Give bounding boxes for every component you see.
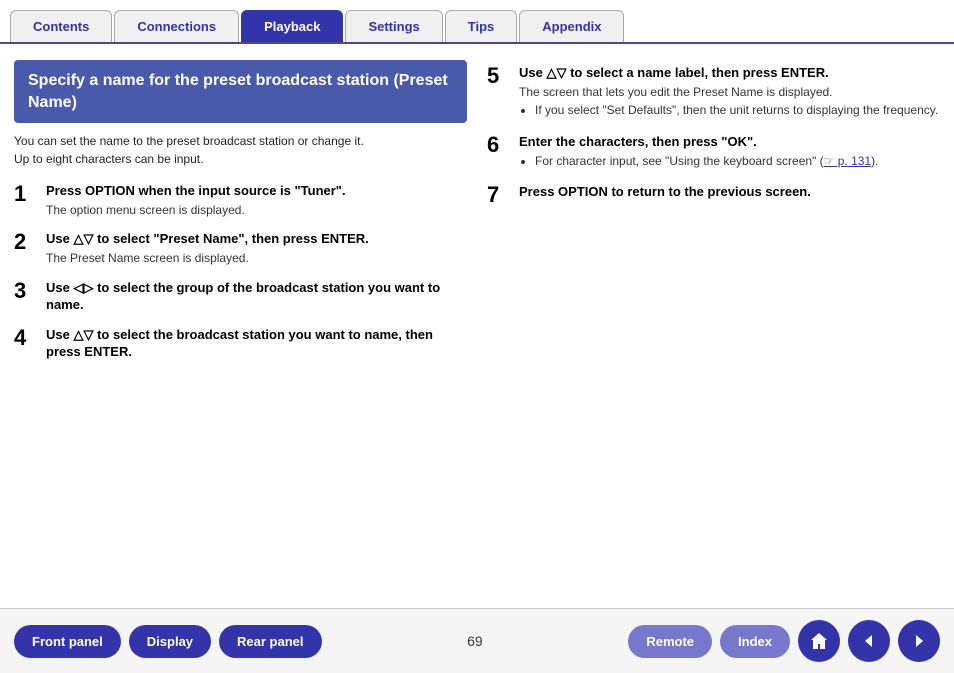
step-5-desc: The screen that lets you edit the Preset… [519, 84, 940, 120]
step-3: 3 Use ◁▷ to select the group of the broa… [14, 279, 467, 314]
step-5: 5 Use △▽ to select a name label, then pr… [487, 64, 940, 121]
step-2-number: 2 [14, 230, 36, 253]
step-1-desc: The option menu screen is displayed. [46, 202, 467, 219]
step-4: 4 Use △▽ to select the broadcast station… [14, 326, 467, 361]
step-5-bullet-1: If you select "Set Defaults", then the u… [535, 102, 940, 119]
main-content: Specify a name for the preset broadcast … [0, 44, 954, 592]
step-6-link[interactable]: ☞ p. 131 [824, 154, 871, 168]
bottom-nav: Front panel Display Rear panel 69 Remote… [0, 608, 954, 673]
step-2-title: Use △▽ to select "Preset Name", then pre… [46, 230, 467, 248]
home-button[interactable] [798, 620, 840, 662]
step-4-content: Use △▽ to select the broadcast station y… [46, 326, 467, 361]
home-icon [809, 631, 829, 651]
page-number: 69 [330, 633, 621, 649]
tab-contents[interactable]: Contents [10, 10, 112, 42]
step-2-desc: The Preset Name screen is displayed. [46, 250, 467, 267]
tab-connections[interactable]: Connections [114, 10, 239, 42]
step-1-title: Press OPTION when the input source is "T… [46, 182, 467, 200]
step-5-title: Use △▽ to select a name label, then pres… [519, 64, 940, 82]
step-6-title: Enter the characters, then press "OK". [519, 133, 940, 151]
step-1: 1 Press OPTION when the input source is … [14, 182, 467, 218]
tab-tips[interactable]: Tips [445, 10, 518, 42]
intro-text: You can set the name to the preset broad… [14, 133, 467, 168]
step-7-number: 7 [487, 183, 509, 206]
tab-playback[interactable]: Playback [241, 10, 343, 42]
step-5-content: Use △▽ to select a name label, then pres… [519, 64, 940, 121]
display-button[interactable]: Display [129, 625, 211, 658]
tab-settings[interactable]: Settings [345, 10, 442, 42]
forward-icon [909, 631, 929, 651]
right-column: 5 Use △▽ to select a name label, then pr… [487, 60, 940, 582]
back-icon [859, 631, 879, 651]
step-4-number: 4 [14, 326, 36, 349]
section-title: Specify a name for the preset broadcast … [14, 60, 467, 123]
step-2-content: Use △▽ to select "Preset Name", then pre… [46, 230, 467, 266]
forward-button[interactable] [898, 620, 940, 662]
rear-panel-button[interactable]: Rear panel [219, 625, 321, 658]
step-6-number: 6 [487, 133, 509, 156]
front-panel-button[interactable]: Front panel [14, 625, 121, 658]
step-6-content: Enter the characters, then press "OK". F… [519, 133, 940, 171]
step-3-number: 3 [14, 279, 36, 302]
step-5-number: 5 [487, 64, 509, 87]
step-7: 7 Press OPTION to return to the previous… [487, 183, 940, 206]
step-2: 2 Use △▽ to select "Preset Name", then p… [14, 230, 467, 266]
back-button[interactable] [848, 620, 890, 662]
remote-button[interactable]: Remote [628, 625, 712, 658]
step-4-title: Use △▽ to select the broadcast station y… [46, 326, 467, 361]
index-button[interactable]: Index [720, 625, 790, 658]
step-6-desc: For character input, see "Using the keyb… [519, 153, 940, 170]
step-7-content: Press OPTION to return to the previous s… [519, 183, 940, 201]
tab-appendix[interactable]: Appendix [519, 10, 624, 42]
step-1-number: 1 [14, 182, 36, 205]
left-column: Specify a name for the preset broadcast … [14, 60, 467, 582]
step-1-content: Press OPTION when the input source is "T… [46, 182, 467, 218]
step-6-bullet-1: For character input, see "Using the keyb… [535, 153, 940, 170]
step-7-title: Press OPTION to return to the previous s… [519, 183, 940, 201]
step-3-title: Use ◁▷ to select the group of the broadc… [46, 279, 467, 314]
step-3-content: Use ◁▷ to select the group of the broadc… [46, 279, 467, 314]
top-nav: Contents Connections Playback Settings T… [0, 0, 954, 44]
step-6: 6 Enter the characters, then press "OK".… [487, 133, 940, 171]
